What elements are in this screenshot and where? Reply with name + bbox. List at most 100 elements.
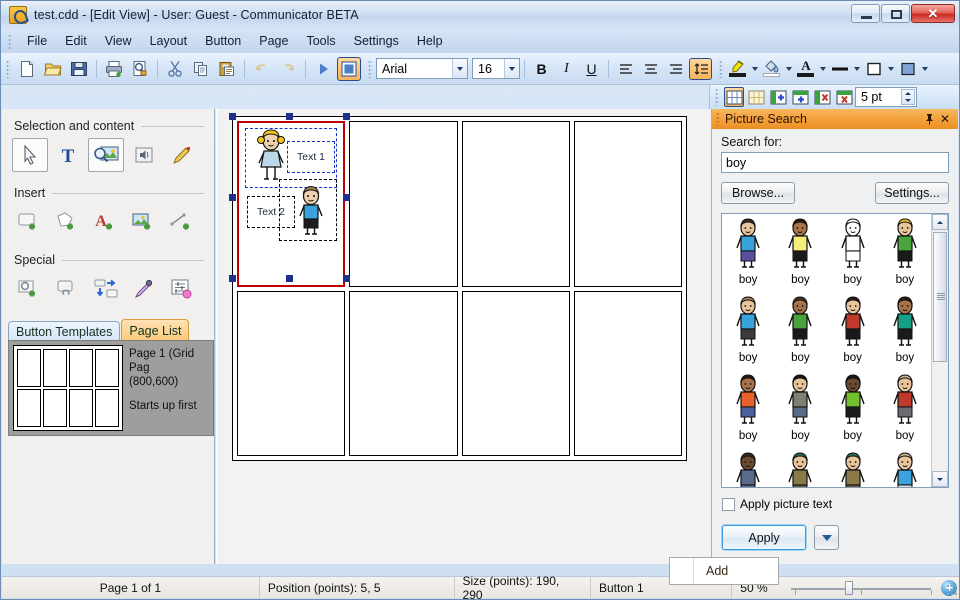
insert-shape-tool[interactable] (50, 205, 86, 239)
italic-button[interactable]: I (555, 58, 578, 80)
font-color-button[interactable]: A (795, 58, 816, 80)
page-thumbnail[interactable] (13, 345, 123, 431)
pin-icon[interactable] (921, 111, 937, 127)
font-size-combo[interactable]: 16 (472, 58, 520, 79)
picture-result-14[interactable] (774, 451, 826, 487)
select-arrow-tool[interactable] (12, 138, 48, 172)
menu-item-settings[interactable]: Settings (345, 31, 408, 51)
insert-picture-tool[interactable] (126, 205, 162, 239)
handle-top-left[interactable] (229, 113, 236, 120)
grid-spacing-arrows[interactable] (901, 89, 915, 105)
scroll-down-icon[interactable] (932, 471, 948, 487)
print-button[interactable] (102, 57, 126, 81)
align-right-button[interactable] (664, 58, 687, 80)
properties-tool[interactable] (164, 272, 200, 306)
picture-result-16[interactable] (879, 451, 931, 487)
menu-item-add[interactable]: Add (694, 564, 728, 578)
close-panel-icon[interactable]: ✕ (937, 111, 953, 127)
handle-top-center[interactable] (286, 113, 293, 120)
new-file-button[interactable] (15, 57, 39, 81)
insert-text-tool[interactable]: A (88, 205, 124, 239)
edit-mode-button[interactable] (337, 56, 361, 81)
font-name-combo[interactable]: Arial (376, 58, 468, 79)
align-center-button[interactable] (639, 58, 662, 80)
menu-item-page[interactable]: Page (250, 31, 297, 51)
minimize-button[interactable] (851, 4, 880, 23)
fill-color-button[interactable] (761, 58, 782, 80)
tab-page-list[interactable]: Page List (121, 319, 190, 341)
search-input[interactable] (721, 152, 949, 173)
underline-button[interactable]: U (580, 58, 603, 80)
picture-result-10[interactable]: boy (774, 373, 826, 451)
copy-button[interactable] (189, 57, 213, 81)
apply-button[interactable]: Apply (721, 524, 807, 551)
picture-result-2[interactable]: boy (774, 217, 826, 295)
background-color-button[interactable] (897, 58, 918, 80)
menu-item-edit[interactable]: Edit (56, 31, 96, 51)
menu-item-view[interactable]: View (96, 31, 141, 51)
close-button[interactable]: ✕ (911, 4, 955, 23)
background-color-dropdown[interactable] (918, 58, 931, 80)
add-row-button[interactable] (790, 87, 810, 107)
scroll-up-icon[interactable] (932, 214, 948, 230)
font-toolbar-grip-icon[interactable] (368, 59, 372, 78)
picture-result-15[interactable] (827, 451, 879, 487)
maximize-button[interactable] (881, 4, 910, 23)
print-preview-button[interactable] (128, 57, 152, 81)
grid-view-button[interactable] (724, 87, 744, 107)
add-column-button[interactable] (768, 87, 788, 107)
move-button-tool[interactable] (88, 272, 124, 306)
open-file-button[interactable] (41, 57, 65, 81)
redo-button[interactable] (276, 57, 300, 81)
line-style-dropdown[interactable] (850, 58, 863, 80)
highlight-color-dropdown[interactable] (748, 58, 761, 80)
handle-bottom-center[interactable] (286, 275, 293, 282)
line-style-button[interactable] (829, 58, 850, 80)
picture-result-11[interactable]: boy (827, 373, 879, 451)
picture-result-9[interactable]: boy (722, 373, 774, 451)
menu-grip-icon[interactable] (8, 33, 12, 49)
browse-button[interactable]: Browse... (721, 182, 795, 204)
grid-toolbar-grip-icon[interactable] (715, 88, 719, 106)
bold-button[interactable]: B (530, 58, 553, 80)
settings-button[interactable]: Settings... (875, 182, 949, 204)
insert-button-tool[interactable] (12, 205, 48, 239)
resize-grip-icon[interactable] (946, 584, 957, 595)
menu-item-help[interactable]: Help (408, 31, 452, 51)
picture-result-7[interactable]: boy (827, 295, 879, 373)
add-setting-tool[interactable] (12, 272, 48, 306)
cut-button[interactable] (163, 57, 187, 81)
fill-color-dropdown[interactable] (782, 58, 795, 80)
pencil-tool[interactable] (164, 138, 200, 172)
border-color-button[interactable] (863, 58, 884, 80)
delete-column-button[interactable] (812, 87, 832, 107)
align-left-button[interactable] (614, 58, 637, 80)
menu-item-button[interactable]: Button (196, 31, 250, 51)
grid-snap-button[interactable] (746, 87, 766, 107)
handle-bottom-left[interactable] (229, 275, 236, 282)
apply-dropdown-button[interactable] (814, 525, 839, 550)
font-size-dropdown-icon[interactable] (504, 59, 519, 78)
eyedropper-tool[interactable] (126, 272, 162, 306)
menu-item-file[interactable]: File (18, 31, 56, 51)
delete-row-button[interactable] (834, 87, 854, 107)
paste-button[interactable] (215, 57, 239, 81)
zoom-slider[interactable] (783, 577, 938, 598)
text-tool[interactable]: T (50, 138, 86, 172)
picture-result-13[interactable] (722, 451, 774, 487)
apply-dropdown-menu[interactable]: Add (669, 557, 779, 585)
handle-bottom-right[interactable] (343, 275, 350, 282)
apply-picture-text-checkbox[interactable] (722, 497, 735, 511)
save-button[interactable] (67, 57, 91, 81)
link-button-tool[interactable] (50, 272, 86, 306)
picture-result-3[interactable]: boy (827, 217, 879, 295)
scrollbar-thumb[interactable] (933, 232, 947, 362)
picture-search-tool[interactable] (88, 138, 124, 172)
handle-middle-left[interactable] (229, 194, 236, 201)
handle-top-right[interactable] (343, 113, 350, 120)
sound-tool[interactable] (126, 138, 162, 172)
zoom-slider-thumb[interactable] (845, 581, 854, 595)
menu-item-tools[interactable]: Tools (297, 31, 344, 51)
picture-result-4[interactable]: boy (879, 217, 931, 295)
panel-grip-icon[interactable] (716, 112, 720, 126)
